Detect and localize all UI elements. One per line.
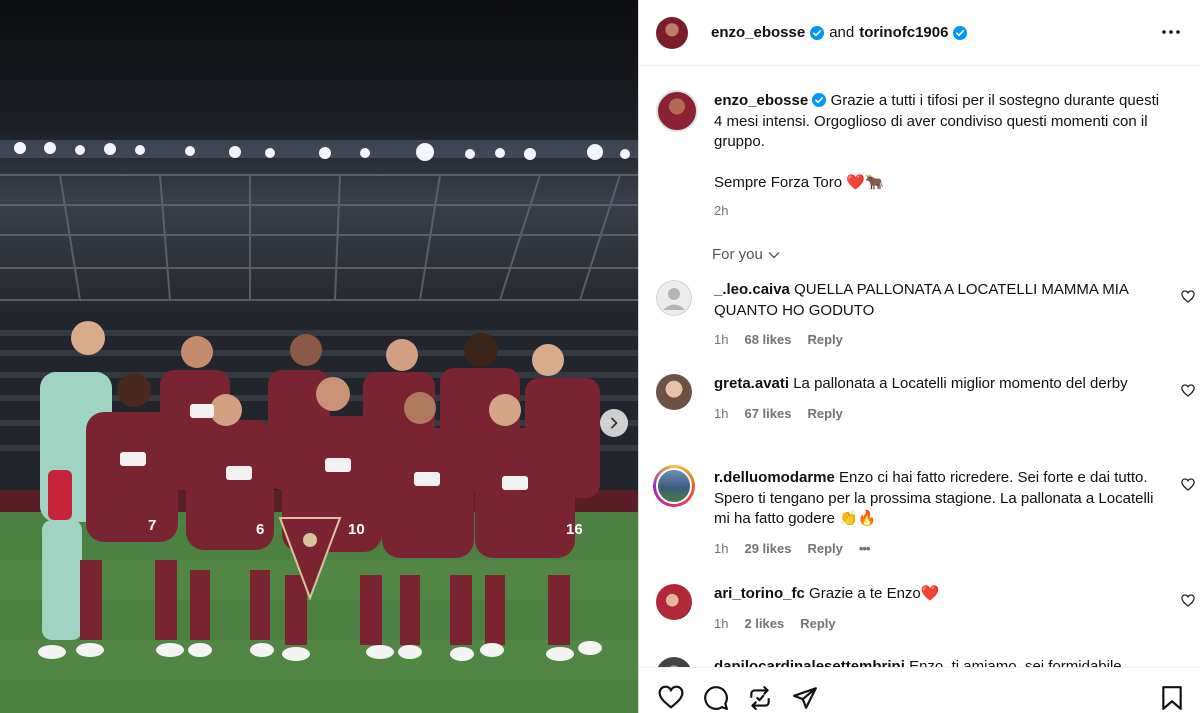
team-photo-illustration: 7 6 10 16 (0, 140, 638, 713)
commenter-avatar-story-ring[interactable] (653, 465, 695, 507)
post-authors: enzo_ebosse and torinofc1906 (711, 24, 968, 41)
author-avatar[interactable] (656, 16, 688, 49)
caption-timestamp[interactable]: 2h (714, 201, 1169, 222)
post-side-panel: enzo_ebosse and torinofc1906 enzo_ebosse… (638, 0, 1200, 713)
collaborator-username[interactable]: torinofc1906 (859, 24, 948, 41)
comment-username[interactable]: ari_torino_fc (714, 585, 805, 602)
post-actions-bar (639, 667, 1200, 713)
caption-username[interactable]: enzo_ebosse (714, 92, 808, 109)
heart-icon[interactable] (1181, 290, 1195, 303)
comment-time[interactable]: 1h (714, 539, 728, 560)
comment-username[interactable]: danilocardinalesettembrini (714, 658, 905, 667)
heart-icon[interactable] (1181, 384, 1195, 397)
jersey-number: 7 (148, 517, 156, 534)
comment-username[interactable]: r.delluomodarme (714, 469, 835, 486)
verified-badge-icon (953, 25, 968, 40)
comment-likes[interactable]: 67 likes (744, 404, 791, 425)
reply-button[interactable]: Reply (807, 539, 842, 560)
caption-author-avatar[interactable] (656, 90, 698, 132)
bookmark-icon[interactable] (1161, 685, 1183, 711)
reply-button[interactable]: Reply (800, 614, 835, 635)
comment-likes[interactable]: 29 likes (744, 539, 791, 560)
comment-text: La pallonata a Locatelli miglior momento… (793, 375, 1128, 392)
carousel-next-button[interactable] (600, 409, 628, 437)
heart-icon[interactable] (1181, 594, 1195, 607)
comment-icon[interactable] (703, 685, 729, 711)
comment-username[interactable]: greta.avati (714, 375, 789, 392)
comment-filter-dropdown[interactable]: For you (712, 246, 781, 263)
comment-time[interactable]: 1h (714, 330, 728, 351)
caption-text-2: Sempre Forza Toro ❤️🐂 (714, 173, 884, 191)
chevron-down-icon (768, 251, 780, 258)
post-photo[interactable]: 7 6 10 16 (0, 0, 638, 713)
share-icon[interactable] (792, 685, 818, 711)
comment-username[interactable]: _.leo.caiva (714, 281, 790, 298)
comment-filter-label: For you (712, 246, 763, 263)
default-avatar-icon[interactable] (656, 280, 692, 316)
jersey-number: 16 (566, 521, 583, 538)
repost-icon[interactable] (747, 685, 773, 711)
jersey-number: 6 (256, 521, 264, 538)
comment-likes[interactable]: 2 likes (744, 614, 784, 635)
commenter-avatar[interactable] (656, 374, 692, 410)
comment-text: Enzo, ti amiamo, sei formidabile (909, 658, 1122, 667)
comment-time[interactable]: 1h (714, 614, 728, 635)
comments-section[interactable]: enzo_ebosse Grazie a tutti i tifosi per … (639, 67, 1200, 667)
author-username[interactable]: enzo_ebosse (711, 24, 805, 41)
comment-likes[interactable]: 68 likes (744, 330, 791, 351)
reply-button[interactable]: Reply (807, 404, 842, 425)
author-connector: and (829, 24, 855, 41)
heart-icon[interactable] (658, 685, 684, 709)
reply-button[interactable]: Reply (807, 330, 842, 351)
comment-text: Grazie a te Enzo❤️ (809, 585, 940, 602)
comment-more-options[interactable]: ••• (859, 539, 871, 560)
verified-badge-icon (810, 25, 825, 40)
heart-icon[interactable] (1181, 478, 1195, 491)
comment-time[interactable]: 1h (714, 404, 728, 425)
verified-badge-icon (812, 93, 827, 107)
instagram-post: 7 6 10 16 enzo_ebosse and torinofc1906 e… (0, 0, 1200, 713)
chevron-right-icon (611, 417, 618, 429)
more-options-icon[interactable] (1161, 22, 1181, 42)
commenter-avatar[interactable] (656, 657, 692, 667)
caption-text-block: enzo_ebosse Grazie a tutti i tifosi per … (714, 91, 1169, 153)
jersey-number: 10 (348, 521, 365, 538)
commenter-avatar[interactable] (656, 584, 692, 620)
post-header: enzo_ebosse and torinofc1906 (639, 0, 1200, 66)
